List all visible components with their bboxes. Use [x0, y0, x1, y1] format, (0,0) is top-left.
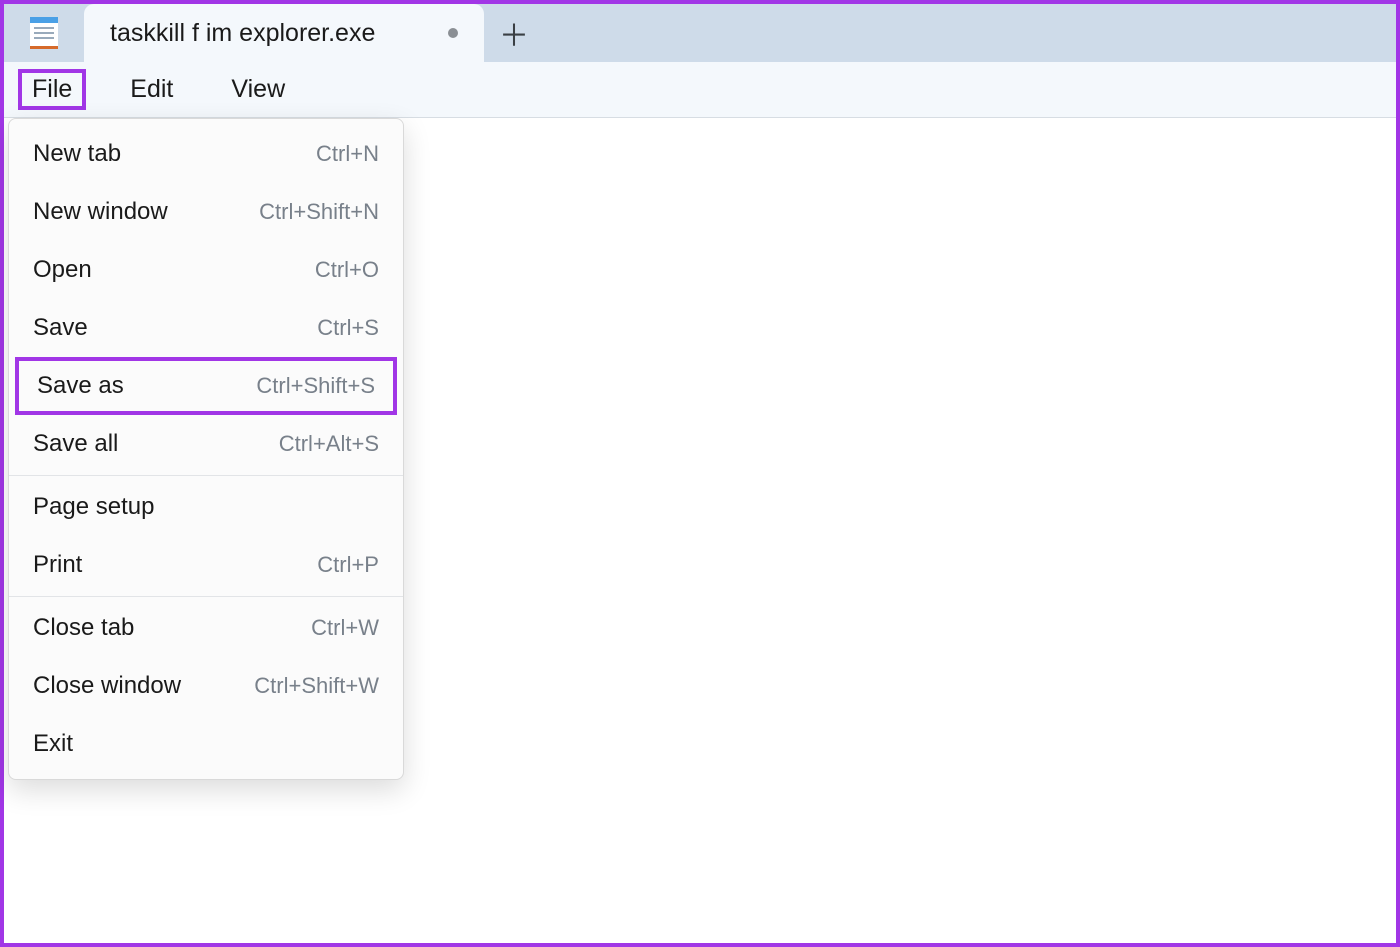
menu-item-save-all[interactable]: Save allCtrl+Alt+S	[9, 415, 403, 473]
menu-item-shortcut: Ctrl+Shift+N	[259, 199, 379, 225]
menu-item-shortcut: Ctrl+Alt+S	[279, 431, 379, 457]
notepad-icon	[4, 4, 84, 62]
menu-item-label: Save	[33, 314, 317, 342]
menu-item-shortcut: Ctrl+W	[311, 615, 379, 641]
menu-item-shortcut: Ctrl+O	[315, 257, 379, 283]
menu-item-shortcut: Ctrl+Shift+W	[254, 673, 379, 699]
menu-item-save-as[interactable]: Save asCtrl+Shift+S	[15, 357, 397, 415]
menu-item-shortcut: Ctrl+Shift+S	[256, 373, 375, 399]
tab-title: taskkill f im explorer.exe	[110, 19, 428, 48]
menu-file[interactable]: File	[18, 69, 86, 110]
menu-item-new-window[interactable]: New windowCtrl+Shift+N	[9, 183, 403, 241]
menu-item-open[interactable]: OpenCtrl+O	[9, 241, 403, 299]
menu-item-shortcut: Ctrl+S	[317, 315, 379, 341]
menu-edit[interactable]: Edit	[116, 69, 187, 110]
menu-item-page-setup[interactable]: Page setup	[9, 478, 403, 536]
menu-item-close-window[interactable]: Close windowCtrl+Shift+W	[9, 657, 403, 715]
menu-item-close-tab[interactable]: Close tabCtrl+W	[9, 599, 403, 657]
menu-item-print[interactable]: PrintCtrl+P	[9, 536, 403, 594]
unsaved-indicator-icon	[448, 28, 458, 38]
menu-item-label: Exit	[33, 730, 379, 758]
menu-item-label: Save all	[33, 430, 279, 458]
menu-item-shortcut: Ctrl+P	[317, 552, 379, 578]
file-dropdown-menu: New tabCtrl+NNew windowCtrl+Shift+NOpenC…	[8, 118, 404, 780]
document-tab[interactable]: taskkill f im explorer.exe	[84, 4, 484, 62]
menu-bar: File Edit View	[4, 62, 1396, 118]
menu-view[interactable]: View	[217, 69, 299, 110]
menu-item-label: Page setup	[33, 493, 379, 521]
menu-item-shortcut: Ctrl+N	[316, 141, 379, 167]
menu-item-label: New tab	[33, 140, 316, 168]
menu-item-label: New window	[33, 198, 259, 226]
new-tab-button[interactable]: ＋	[484, 4, 544, 62]
menu-item-label: Close window	[33, 672, 254, 700]
menu-item-label: Close tab	[33, 614, 311, 642]
menu-item-save[interactable]: SaveCtrl+S	[9, 299, 403, 357]
tab-strip: taskkill f im explorer.exe ＋	[4, 4, 1396, 62]
menu-item-label: Save as	[37, 372, 256, 400]
menu-item-new-tab[interactable]: New tabCtrl+N	[9, 125, 403, 183]
menu-separator	[9, 475, 403, 476]
menu-item-label: Print	[33, 551, 317, 579]
menu-separator	[9, 596, 403, 597]
menu-item-exit[interactable]: Exit	[9, 715, 403, 773]
menu-item-label: Open	[33, 256, 315, 284]
plus-icon: ＋	[499, 11, 529, 55]
